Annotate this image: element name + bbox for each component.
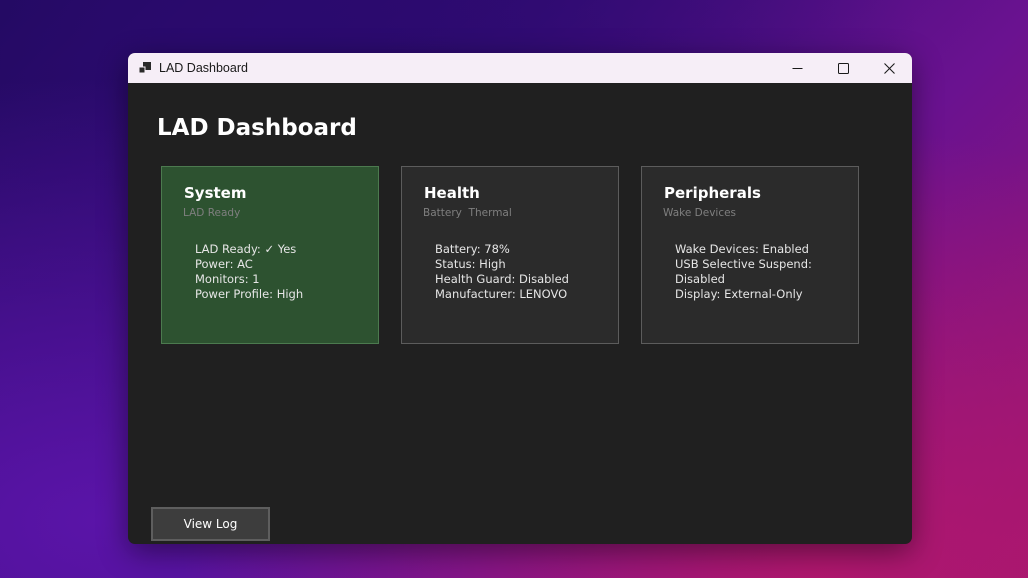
card-details: Wake Devices: Enabled USB Selective Susp… bbox=[675, 242, 850, 302]
detail-line: Wake Devices: Enabled bbox=[675, 242, 809, 256]
system-card: System LAD Ready LAD Ready: ✓ Yes Power:… bbox=[161, 166, 379, 344]
maximize-icon bbox=[837, 62, 849, 74]
minimize-icon bbox=[792, 67, 802, 69]
detail-line: Health Guard: Disabled bbox=[435, 272, 569, 286]
window-title: LAD Dashboard bbox=[159, 61, 248, 75]
detail-line: Disabled bbox=[675, 272, 725, 286]
detail-line: Manufacturer: LENOVO bbox=[435, 287, 568, 301]
peripherals-card: Peripherals Wake Devices Wake Devices: E… bbox=[641, 166, 859, 344]
detail-line: Battery: 78% bbox=[435, 242, 510, 256]
card-title: Health bbox=[424, 184, 480, 202]
card-details: LAD Ready: ✓ Yes Power: AC Monitors: 1 P… bbox=[195, 242, 370, 302]
desktop-background: LAD Dashboard LAD Dashboard System LAD R… bbox=[0, 0, 1028, 578]
maximize-button[interactable] bbox=[820, 53, 866, 83]
card-subtitle: Wake Devices bbox=[663, 207, 737, 219]
detail-line: LAD Ready: ✓ Yes bbox=[195, 242, 297, 256]
card-title: System bbox=[184, 184, 247, 202]
view-log-button[interactable]: View Log bbox=[151, 507, 270, 541]
app-icon bbox=[139, 62, 151, 74]
window-controls bbox=[774, 53, 912, 83]
close-button[interactable] bbox=[866, 53, 912, 83]
card-subtitle: LAD Ready bbox=[183, 207, 241, 219]
detail-line: USB Selective Suspend: bbox=[675, 257, 812, 271]
health-card: Health Battery Thermal Battery: 78% Stat… bbox=[401, 166, 619, 344]
card-details: Battery: 78% Status: High Health Guard: … bbox=[435, 242, 610, 302]
card-subtitle: Battery Thermal bbox=[423, 207, 512, 219]
close-icon bbox=[883, 62, 895, 74]
card-title: Peripherals bbox=[664, 184, 761, 202]
detail-line: Status: High bbox=[435, 257, 506, 271]
app-window: LAD Dashboard LAD Dashboard System LAD R… bbox=[128, 53, 912, 544]
title-bar[interactable]: LAD Dashboard bbox=[128, 53, 912, 83]
detail-line: Power: AC bbox=[195, 257, 253, 271]
detail-line: Monitors: 1 bbox=[195, 272, 260, 286]
minimize-button[interactable] bbox=[774, 53, 820, 83]
window-content: LAD Dashboard System LAD Ready LAD Ready… bbox=[128, 83, 912, 544]
page-title: LAD Dashboard bbox=[157, 115, 357, 141]
detail-line: Power Profile: High bbox=[195, 287, 304, 301]
detail-line: Display: External-Only bbox=[675, 287, 803, 301]
